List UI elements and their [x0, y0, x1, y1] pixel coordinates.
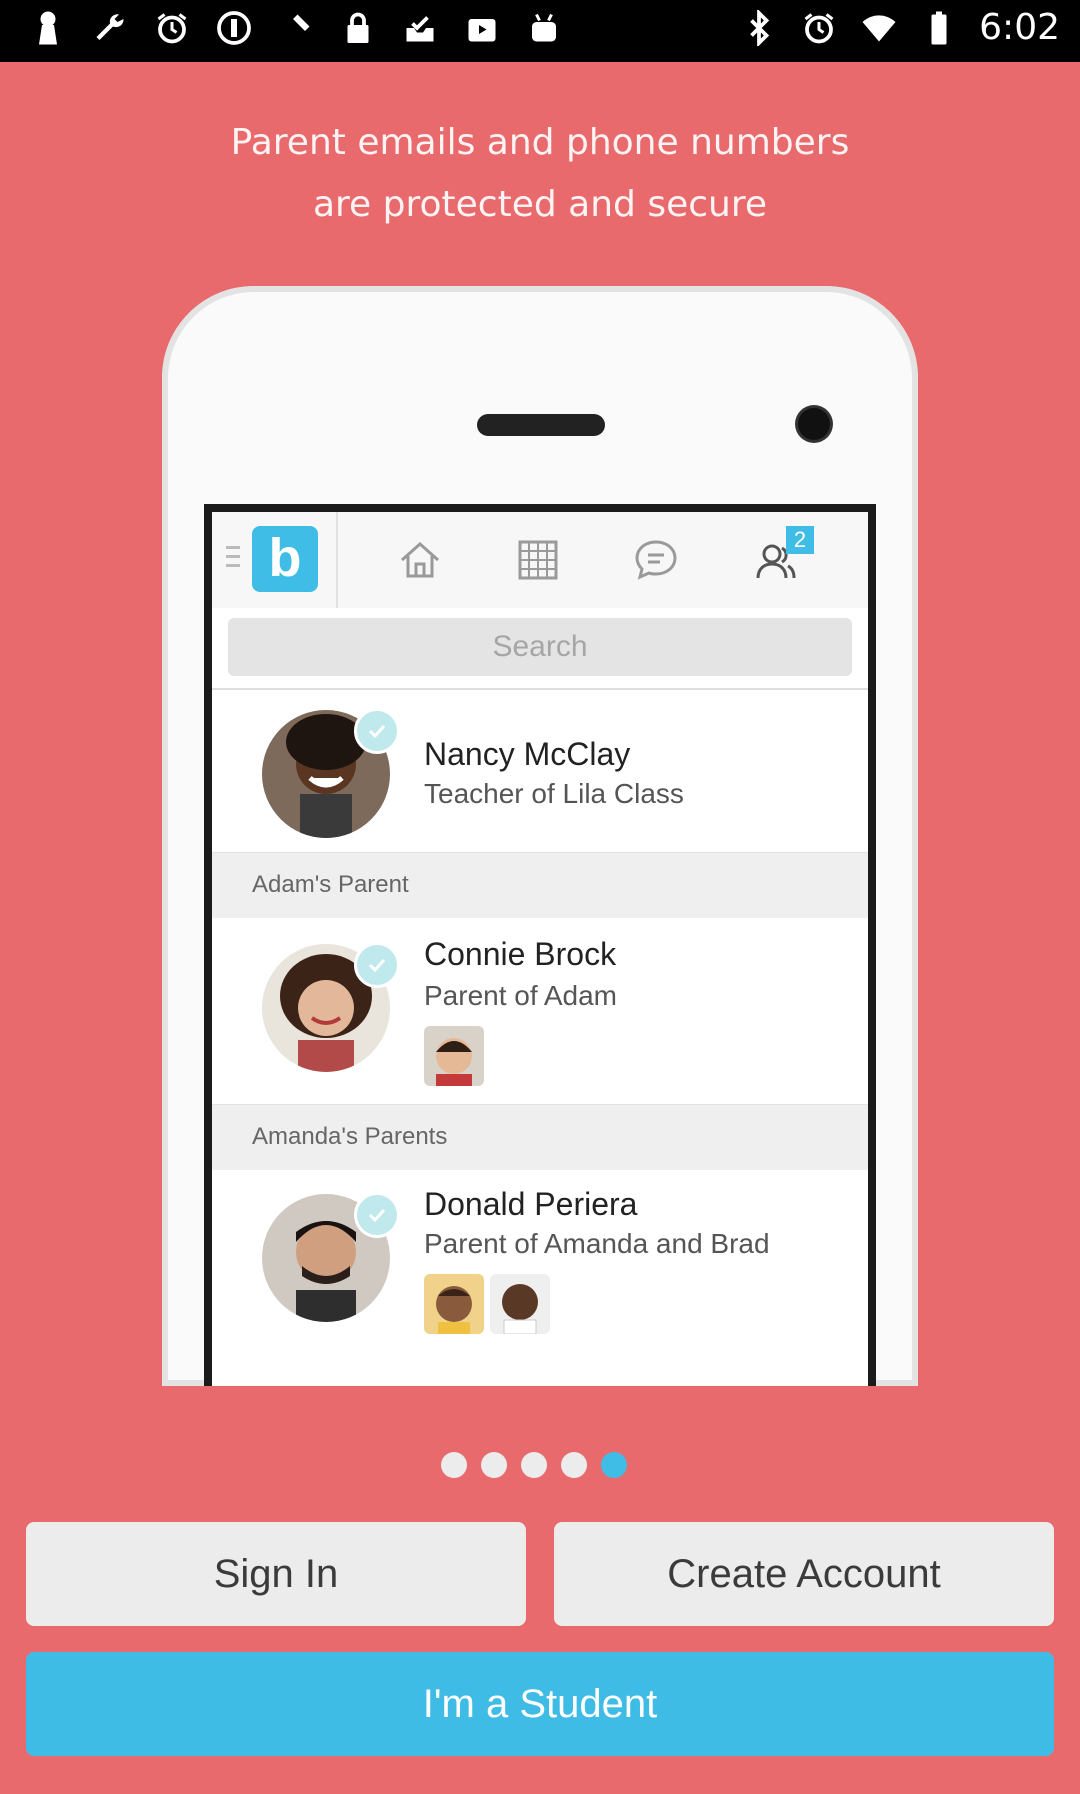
home-icon — [396, 536, 444, 584]
contact-name: Nancy McClay — [424, 736, 631, 772]
phone-illustration: b 2 Search Nancy McClay Teacher of Lila … — [162, 286, 918, 1386]
create-account-button[interactable]: Create Account — [554, 1522, 1054, 1626]
page-dot[interactable] — [521, 1452, 547, 1478]
page-dot[interactable] — [601, 1452, 627, 1478]
wrench-icon — [90, 8, 130, 48]
headline-line-1: Parent emails and phone numbers — [230, 122, 850, 163]
app-logo: b — [252, 526, 318, 592]
onboarding-headline: Parent emails and phone numbers are prot… — [0, 112, 1080, 236]
contact-role: Teacher of Lila Class — [424, 778, 684, 809]
sign-in-button[interactable]: Sign In — [26, 1522, 526, 1626]
chat-bubble-icon — [632, 536, 680, 584]
calendar-grid-icon — [514, 536, 562, 584]
preview-top-bar: b 2 — [212, 512, 868, 610]
phone-screen-preview: b 2 Search Nancy McClay Teacher of Lila … — [204, 504, 876, 1386]
bluetooth-icon — [739, 8, 779, 48]
briefcase-play-icon — [462, 8, 502, 48]
status-time: 6:02 — [979, 7, 1060, 48]
section-header-label: Adam's Parent — [252, 871, 409, 898]
notification-badge: 2 — [786, 526, 814, 554]
contact-row-parent: Connie Brock Parent of Adam — [212, 918, 868, 1104]
child-thumbnail — [424, 1274, 484, 1334]
page-indicator — [441, 1452, 627, 1478]
android-icon — [524, 8, 564, 48]
lock-icon — [338, 8, 378, 48]
status-bar: 6:02 — [0, 0, 1080, 62]
phone-speaker — [477, 414, 605, 436]
status-bar-right-icons: 6:02 — [739, 8, 1060, 48]
contact-role: Parent of Amanda and Brad — [424, 1228, 770, 1259]
preview-search-row: Search — [212, 608, 868, 690]
preview-search-field: Search — [228, 618, 852, 676]
student-button[interactable]: I'm a Student — [26, 1652, 1054, 1756]
info-icon — [214, 8, 254, 48]
phone-camera — [798, 408, 830, 440]
contact-name: Connie Brock — [424, 936, 617, 972]
page-dot[interactable] — [481, 1452, 507, 1478]
section-header-label: Amanda's Parents — [252, 1123, 448, 1150]
inbox-icon — [400, 8, 440, 48]
child-thumbnail — [424, 1026, 484, 1086]
page-dot[interactable] — [561, 1452, 587, 1478]
wifi-icon — [859, 8, 899, 48]
contact-row-teacher: Nancy McClay Teacher of Lila Class — [212, 690, 868, 852]
section-header: Adam's Parent — [212, 852, 868, 920]
satellite-fake-gps-icon — [276, 8, 316, 48]
contact-name: Donald Periera — [424, 1186, 638, 1222]
contact-row-parent: Donald Periera Parent of Amanda and Brad — [212, 1170, 868, 1386]
logo-divider — [336, 512, 338, 608]
alarm-icon — [799, 8, 839, 48]
menu-icon — [226, 546, 240, 570]
contact-role: Parent of Adam — [424, 980, 618, 1011]
page-dot[interactable] — [441, 1452, 467, 1478]
verified-check-icon — [354, 708, 400, 754]
child-thumbnail — [490, 1274, 550, 1334]
keyhole-icon — [28, 8, 68, 48]
alarm-icon — [152, 8, 192, 48]
verified-check-icon — [354, 942, 400, 988]
section-header: Amanda's Parents — [212, 1104, 868, 1172]
headline-line-2: are protected and secure — [312, 184, 767, 225]
status-bar-left-icons — [28, 8, 564, 48]
verified-check-icon — [354, 1192, 400, 1238]
battery-icon — [919, 8, 959, 48]
